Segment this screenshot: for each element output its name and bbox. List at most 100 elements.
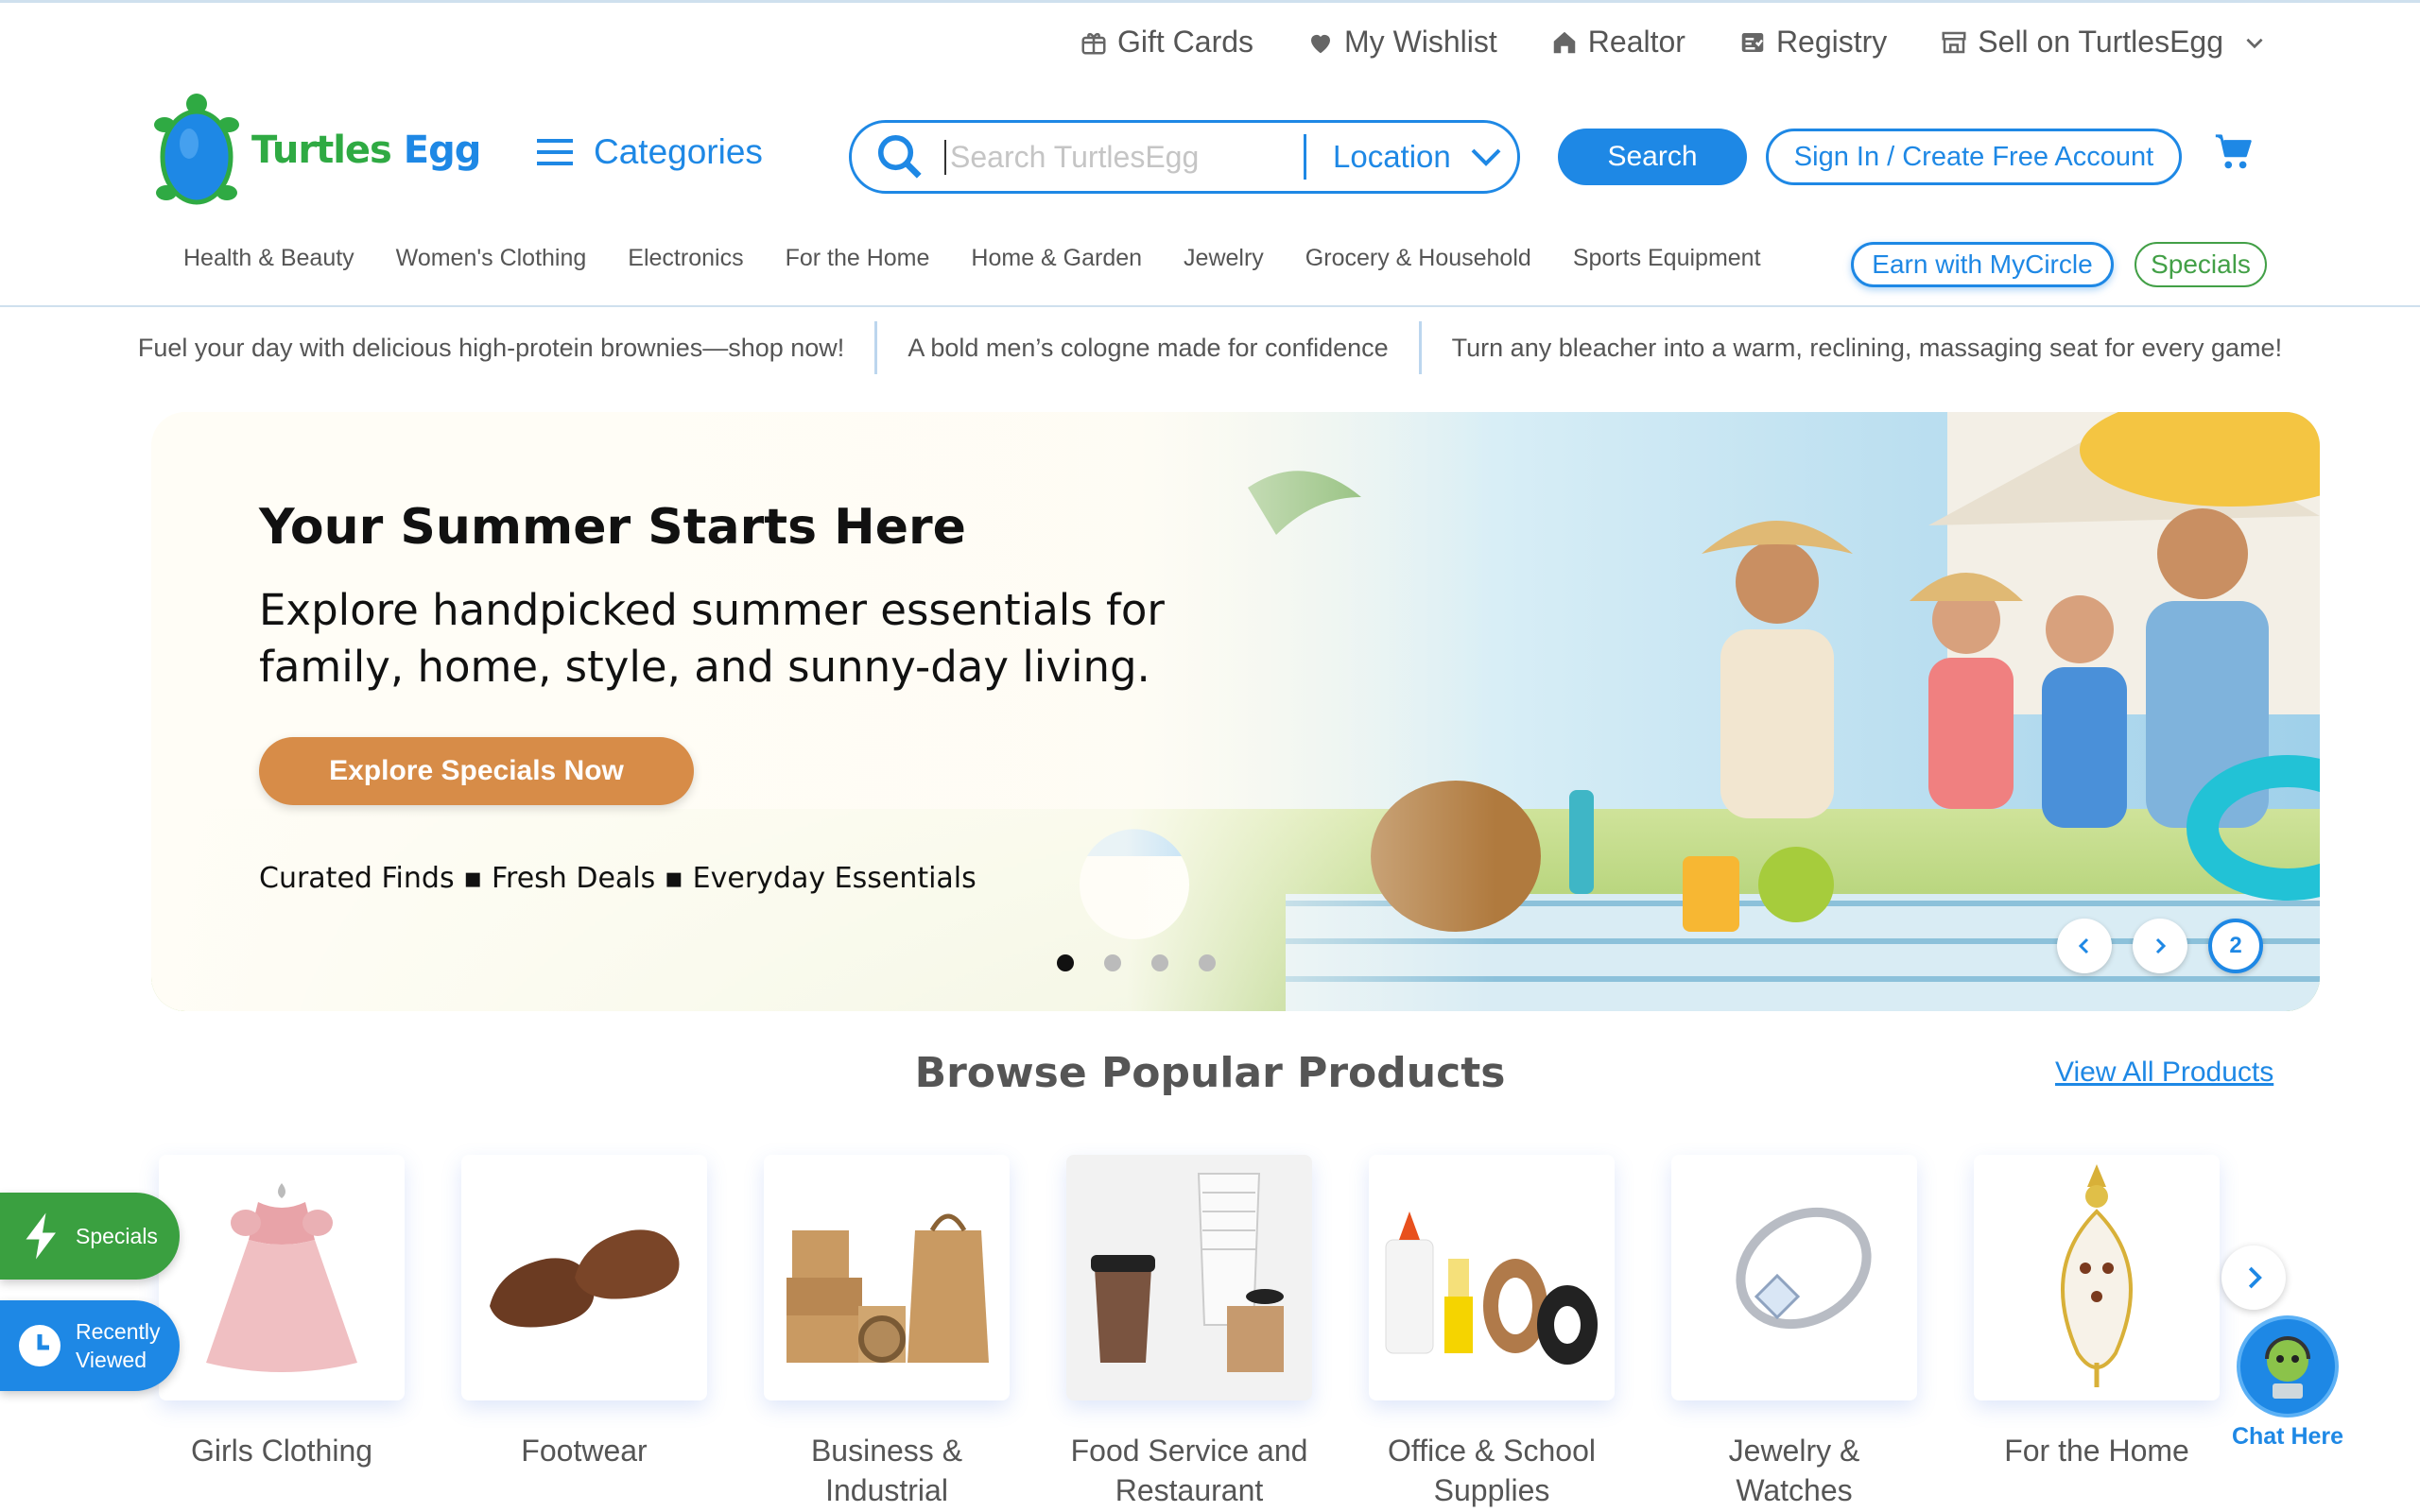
chat-agent-icon — [2265, 1336, 2310, 1399]
chat-widget[interactable]: Chat Here — [2231, 1315, 2344, 1451]
search-icon[interactable] — [874, 131, 925, 182]
hamburger-icon — [537, 139, 573, 165]
boxes-icon — [786, 1213, 989, 1363]
search-input[interactable] — [944, 139, 1275, 175]
realtor-link[interactable]: Realtor — [1550, 25, 1685, 60]
product-carousel: Girls Clothing Footwear Business & Indus… — [159, 1155, 2220, 1510]
search-bar: Location — [849, 120, 1520, 194]
carousel-dot[interactable] — [1104, 954, 1121, 971]
categories-label: Categories — [594, 132, 763, 171]
cart-icon[interactable] — [2212, 130, 2256, 174]
hero-banner: Your Summer Starts Here Explore handpick… — [151, 412, 2320, 1011]
hero-slide-number[interactable]: 2 — [2208, 919, 2263, 973]
product-card-office-school[interactable]: Office & School Supplies — [1369, 1155, 1615, 1510]
side-specials-label: Specials — [76, 1223, 158, 1248]
product-name: Food Service and Restaurant — [1070, 1434, 1308, 1507]
nav-sports-equipment[interactable]: Sports Equipment — [1573, 245, 1761, 272]
header-divider — [0, 305, 2420, 307]
hero-subtitle: Explore handpicked summer essentials for… — [259, 585, 1165, 692]
wishlist-link[interactable]: My Wishlist — [1306, 25, 1497, 60]
product-thumb — [1671, 1155, 1917, 1400]
specials-pill[interactable]: Specials — [2135, 242, 2267, 287]
products-next-button[interactable] — [2221, 1246, 2286, 1310]
gift-cards-label: Gift Cards — [1116, 25, 1254, 59]
earn-mycircle-button[interactable]: Earn with MyCircle — [1851, 242, 2114, 287]
categories-menu-button[interactable]: Categories — [535, 132, 763, 172]
product-card-jewelry-watches[interactable]: Jewelry & Watches — [1671, 1155, 1917, 1510]
product-card-footwear[interactable]: Footwear — [461, 1155, 707, 1510]
promo-brownies[interactable]: Fuel your day with delicious high-protei… — [108, 334, 874, 363]
registry-link[interactable]: Registry — [1738, 25, 1887, 60]
product-name: Footwear — [521, 1434, 648, 1468]
product-name: Girls Clothing — [190, 1434, 373, 1468]
promo-bleacher-seat[interactable]: Turn any bleacher into a warm, reclining… — [1422, 334, 2312, 363]
carousel-dot[interactable] — [1151, 954, 1168, 971]
promo-cologne[interactable]: A bold men’s cologne made for confidence — [877, 334, 1418, 363]
carousel-dots — [1057, 954, 1216, 971]
nav-womens-clothing[interactable]: Women's Clothing — [396, 245, 587, 272]
product-thumb — [1369, 1155, 1615, 1400]
product-thumb — [1974, 1155, 2220, 1400]
carousel-dot[interactable] — [1199, 954, 1216, 971]
promo-strip: Fuel your day with delicious high-protei… — [0, 321, 2420, 374]
site-logo[interactable]: Turtles Egg — [151, 91, 481, 210]
product-thumb — [1066, 1155, 1312, 1400]
wishlist-label: My Wishlist — [1344, 25, 1497, 59]
hero-title: Your Summer Starts Here — [259, 499, 966, 556]
search-divider — [1304, 134, 1306, 180]
explore-specials-button[interactable]: Explore Specials Now — [259, 737, 694, 805]
chevron-left-icon — [2078, 937, 2089, 954]
product-card-for-the-home[interactable]: For the Home — [1974, 1155, 2220, 1510]
side-specials-tab[interactable]: Specials — [0, 1193, 180, 1280]
product-name: Jewelry & Watches — [1728, 1434, 1860, 1507]
nav-grocery-household[interactable]: Grocery & Household — [1305, 245, 1531, 272]
chat-label: Chat Here — [2231, 1423, 2344, 1450]
product-name: Business & Industrial — [810, 1434, 963, 1507]
sign-in-button[interactable]: Sign In / Create Free Account — [1766, 129, 2182, 185]
recently-viewed-tab[interactable]: Recently Viewed — [0, 1300, 180, 1391]
home-icon — [1553, 31, 1576, 53]
sell-label: Sell on TurtlesEgg — [1978, 25, 2223, 59]
chat-avatar — [2237, 1315, 2339, 1418]
nav-home-garden[interactable]: Home & Garden — [971, 245, 1142, 272]
chevron-down-icon — [1471, 148, 1501, 166]
nav-for-the-home[interactable]: For the Home — [786, 245, 930, 272]
cups-icon — [1091, 1173, 1284, 1372]
product-thumb — [159, 1155, 405, 1400]
sell-link[interactable]: Sell on TurtlesEgg — [1940, 25, 2267, 60]
view-all-products-link[interactable]: View All Products — [2055, 1057, 2273, 1089]
utility-bar: Gift Cards My Wishlist Realtor Registry … — [1080, 25, 2267, 60]
category-nav: Health & Beauty Women's Clothing Electro… — [183, 245, 1803, 272]
recently-viewed-label: Recently Viewed — [76, 1319, 161, 1372]
gift-icon — [1081, 32, 1106, 54]
product-card-business-industrial[interactable]: Business & Industrial — [764, 1155, 1010, 1510]
product-thumb — [764, 1155, 1010, 1400]
top-border — [0, 0, 2420, 3]
dress-icon — [206, 1183, 357, 1372]
nav-jewelry[interactable]: Jewelry — [1184, 245, 1264, 272]
chevron-right-icon — [2155, 937, 2167, 954]
registry-label: Registry — [1775, 25, 1888, 59]
hero-next-button[interactable] — [2133, 919, 2187, 973]
glue-tape-icon — [1385, 1211, 1598, 1365]
store-icon — [1942, 31, 1966, 53]
product-name: Office & School Supplies — [1388, 1434, 1596, 1507]
chevron-right-icon — [2248, 1266, 2262, 1289]
product-thumb — [461, 1155, 707, 1400]
chevron-down-icon — [2246, 38, 2263, 48]
carousel-dot[interactable] — [1057, 954, 1074, 971]
nav-health-beauty[interactable]: Health & Beauty — [183, 245, 354, 272]
turtle-egg-logo-icon — [154, 94, 239, 205]
product-card-food-service[interactable]: Food Service and Restaurant — [1066, 1155, 1312, 1510]
registry-icon — [1741, 32, 1764, 52]
ornament-icon — [2061, 1164, 2133, 1387]
location-dropdown[interactable]: Location — [1333, 139, 1502, 175]
gift-cards-link[interactable]: Gift Cards — [1080, 25, 1253, 60]
nav-electronics[interactable]: Electronics — [628, 245, 743, 272]
product-card-girls-clothing[interactable]: Girls Clothing — [159, 1155, 405, 1510]
hero-prev-button[interactable] — [2057, 919, 2112, 973]
realtor-label: Realtor — [1587, 25, 1685, 59]
search-button[interactable]: Search — [1558, 129, 1747, 185]
hero-tagline: Curated Finds ▪ Fresh Deals ▪ Everyday E… — [259, 862, 977, 895]
product-name: For the Home — [2004, 1434, 2189, 1468]
